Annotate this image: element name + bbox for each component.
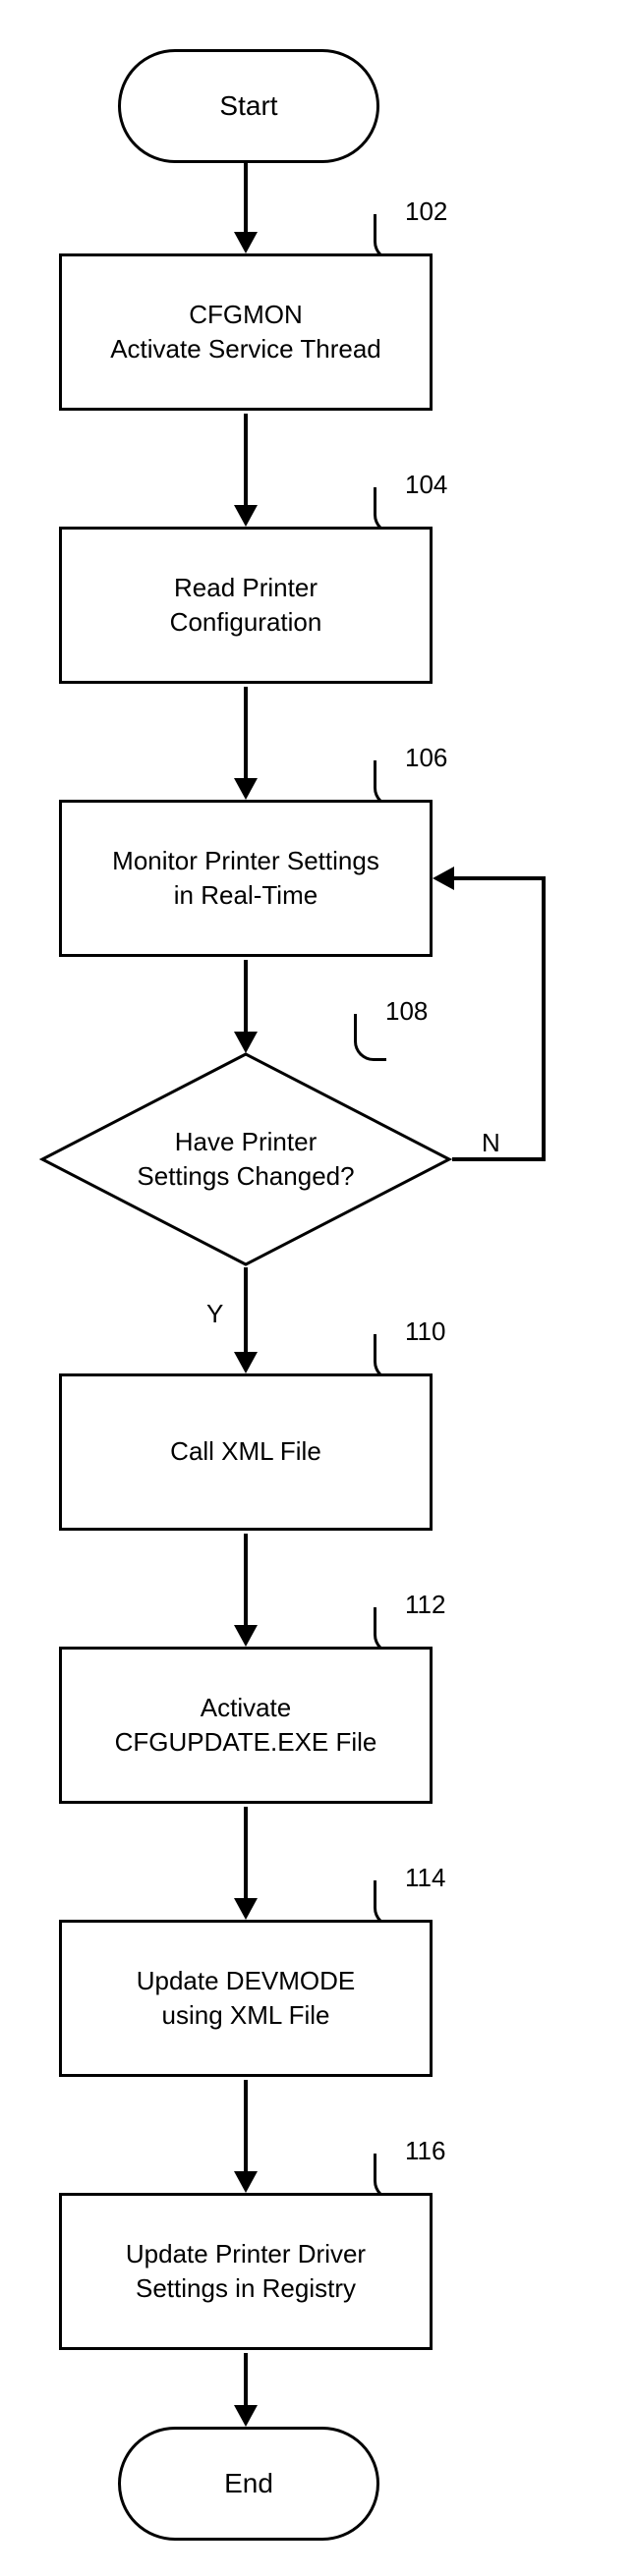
process-106-text: Monitor Printer Settings in Real-Time [112,844,379,913]
process-106: Monitor Printer Settings in Real-Time [59,800,433,957]
arrow-head [234,1898,258,1920]
arrow-head [234,2171,258,2193]
arrow-head [234,1625,258,1647]
process-110: Call XML File [59,1373,433,1531]
arrow [244,1534,248,1627]
ref-112: 112 [405,1590,445,1620]
process-114: Update DEVMODE using XML File [59,1920,433,2077]
arrow [244,1807,248,1900]
process-116: Update Printer Driver Settings in Regist… [59,2193,433,2350]
arrow [244,960,248,1034]
ref-102: 102 [405,196,447,227]
ref-116: 116 [405,2136,445,2166]
loop-line-v [542,878,546,1161]
process-102: CFGMON Activate Service Thread [59,253,433,411]
process-112-text: Activate CFGUPDATE.EXE File [115,1691,377,1760]
yes-label: Y [206,1299,223,1329]
start-terminator: Start [118,49,379,163]
process-102-text: CFGMON Activate Service Thread [110,298,381,366]
loop-arrow-head [433,867,454,890]
arrow [244,1267,248,1354]
arrow [244,2353,248,2407]
arrow-head [234,2405,258,2427]
ref-110: 110 [405,1316,445,1347]
arrow [244,414,248,507]
process-116-text: Update Printer Driver Settings in Regist… [126,2237,366,2306]
process-104-text: Read Printer Configuration [170,571,322,640]
loop-line-h1 [452,1157,546,1161]
end-label: End [224,2468,273,2499]
ref-106: 106 [405,743,447,773]
decision-108-text: Have Printer Settings Changed? [137,1125,354,1194]
arrow-head [234,778,258,800]
arrow [244,2080,248,2173]
process-112: Activate CFGUPDATE.EXE File [59,1647,433,1804]
process-110-text: Call XML File [170,1434,321,1469]
decision-108: Have Printer Settings Changed? [39,1051,452,1267]
process-114-text: Update DEVMODE using XML File [137,1964,356,2033]
no-label: N [482,1128,500,1158]
ref-108: 108 [385,996,428,1027]
arrow-head [234,232,258,253]
ref-104: 104 [405,470,447,500]
ref-114: 114 [405,1863,445,1893]
arrow [244,687,248,780]
end-terminator: End [118,2427,379,2541]
arrow [244,160,248,234]
process-104: Read Printer Configuration [59,527,433,684]
arrow-head [234,1032,258,1053]
arrow-head [234,1352,258,1373]
arrow-head [234,505,258,527]
loop-line-h2 [454,876,546,880]
start-label: Start [219,90,277,122]
